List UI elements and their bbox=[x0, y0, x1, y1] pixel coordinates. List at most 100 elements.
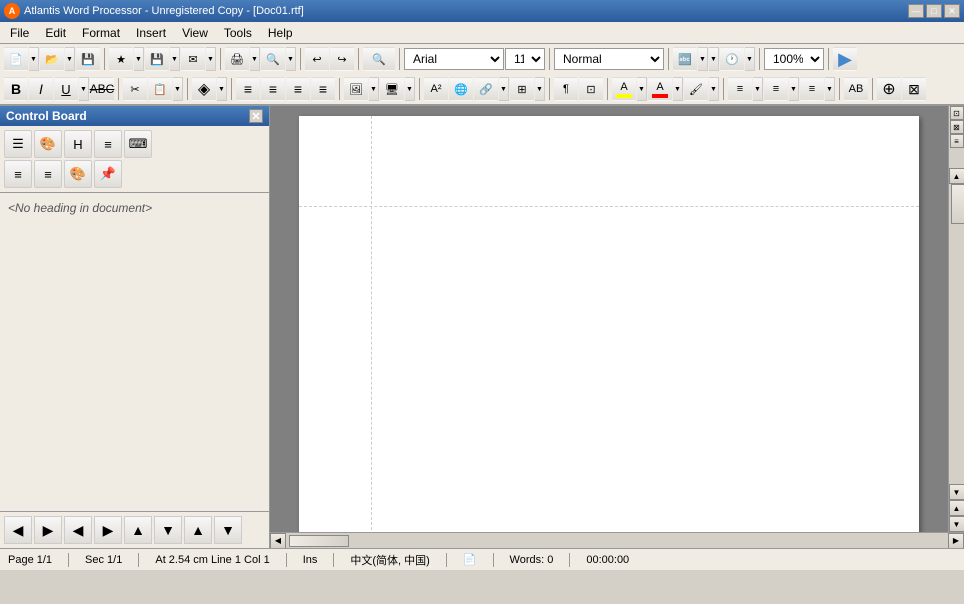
save-style-button[interactable]: 💾 bbox=[145, 47, 169, 71]
fav-arrow[interactable]: ▼ bbox=[134, 47, 144, 71]
cb-list-button[interactable]: ≡ bbox=[94, 130, 122, 158]
align-left-button[interactable]: ≡ bbox=[236, 77, 260, 101]
spell-check-button[interactable]: 🔤 bbox=[673, 47, 697, 71]
paragraph-style-dropdown[interactable]: Normal bbox=[554, 48, 664, 70]
link-arrow[interactable]: ▼ bbox=[499, 77, 509, 101]
align-center-button[interactable]: ≡ bbox=[261, 77, 285, 101]
cb-indent-button[interactable]: ≡ bbox=[34, 160, 62, 188]
cb-special-button[interactable]: ⌨ bbox=[124, 130, 152, 158]
save-arrow[interactable]: ▼ bbox=[170, 47, 180, 71]
copy-button[interactable]: 📋 bbox=[148, 77, 172, 101]
time-button[interactable]: 🕐 bbox=[720, 47, 744, 71]
strikethrough-button[interactable]: ABC bbox=[90, 77, 114, 101]
superscript-button[interactable]: A² bbox=[424, 77, 448, 101]
close-button[interactable]: ✕ bbox=[944, 4, 960, 18]
menu-view[interactable]: View bbox=[174, 24, 216, 42]
save-button[interactable]: 💾 bbox=[76, 47, 100, 71]
email-arrow[interactable]: ▼ bbox=[206, 47, 216, 71]
zoom-dropdown[interactable]: 100% bbox=[764, 48, 824, 70]
cb-bookmark-button[interactable]: 📌 bbox=[94, 160, 122, 188]
menu-insert[interactable]: Insert bbox=[128, 24, 174, 42]
scroll-page-down[interactable]: ▼ bbox=[949, 516, 964, 532]
favorite-button[interactable]: ★ bbox=[109, 47, 133, 71]
underline-button[interactable]: U bbox=[54, 77, 78, 101]
h-scroll-left[interactable]: ◀ bbox=[270, 533, 286, 549]
resize-button[interactable]: ⊠ bbox=[902, 77, 926, 101]
cb-styles-button[interactable]: ☰ bbox=[4, 130, 32, 158]
sidebar-icon-2[interactable]: ⊠ bbox=[950, 120, 964, 134]
special-button[interactable]: ◈ bbox=[192, 77, 216, 101]
bg-color-button[interactable]: 🖌 bbox=[684, 77, 708, 101]
menu-format[interactable]: Format bbox=[74, 24, 128, 42]
paste-arrow[interactable]: ▼ bbox=[173, 77, 183, 101]
media-arrow[interactable]: ▼ bbox=[405, 77, 415, 101]
font-color-arrow[interactable]: ▼ bbox=[673, 77, 683, 101]
highlight-button[interactable]: A bbox=[612, 77, 636, 101]
cb-colors-button[interactable]: 🎨 bbox=[34, 130, 62, 158]
menu-help[interactable]: Help bbox=[260, 24, 301, 42]
maximize-button[interactable]: □ bbox=[926, 4, 942, 18]
img-arrow[interactable]: ▼ bbox=[369, 77, 379, 101]
undo-button[interactable]: ↩ bbox=[305, 47, 329, 71]
table-arrow[interactable]: ▼ bbox=[535, 77, 545, 101]
highlight-arrow[interactable]: ▼ bbox=[637, 77, 647, 101]
h-scroll-right[interactable]: ▶ bbox=[948, 533, 964, 549]
find-button[interactable]: 🔍 bbox=[363, 47, 395, 71]
h-scroll-thumb[interactable] bbox=[289, 535, 349, 547]
time-arrow[interactable]: ▼ bbox=[745, 47, 755, 71]
nav-btn7[interactable]: ▲ bbox=[184, 516, 212, 544]
change-case-button[interactable]: AB bbox=[844, 77, 868, 101]
justify-button[interactable]: ≡ bbox=[311, 77, 335, 101]
spell-arrow[interactable]: ▼ bbox=[698, 47, 708, 71]
num-arrow[interactable]: ▼ bbox=[789, 77, 799, 101]
menu-edit[interactable]: Edit bbox=[37, 24, 74, 42]
nav-up2-button[interactable]: ▲ bbox=[124, 516, 152, 544]
print-arrow[interactable]: ▼ bbox=[250, 47, 260, 71]
underline-arrow[interactable]: ▼ bbox=[79, 77, 89, 101]
new-button[interactable]: 📄 bbox=[4, 47, 28, 71]
scroll-thumb[interactable] bbox=[951, 184, 964, 224]
num-list-button[interactable]: ≡ bbox=[764, 77, 788, 101]
scroll-up-button[interactable]: ▲ bbox=[949, 168, 964, 184]
minimize-button[interactable]: — bbox=[908, 4, 924, 18]
nav-up-button[interactable]: ◀ bbox=[64, 516, 92, 544]
nav-down2-button[interactable]: ▼ bbox=[154, 516, 182, 544]
sidebar-icon-3[interactable]: ≡ bbox=[950, 134, 964, 148]
calendar-arrow[interactable]: ▼ bbox=[709, 47, 719, 71]
nav-down-button[interactable]: ▶ bbox=[94, 516, 122, 544]
sidebar-icon-1[interactable]: ⊡ bbox=[950, 106, 964, 120]
bullet-arrow[interactable]: ▼ bbox=[753, 77, 763, 101]
document-scroll-area[interactable] bbox=[270, 106, 948, 532]
nav-prev-button[interactable]: ◀ bbox=[4, 516, 32, 544]
bold-button[interactable]: B bbox=[4, 77, 28, 101]
bullet-list-button[interactable]: ≡ bbox=[728, 77, 752, 101]
cb-palette-button[interactable]: 🎨 bbox=[64, 160, 92, 188]
align-right-button[interactable]: ≡ bbox=[286, 77, 310, 101]
h-scroll-track[interactable] bbox=[288, 534, 946, 548]
special-arrow[interactable]: ▼ bbox=[217, 77, 227, 101]
cb-list2-button[interactable]: ≡ bbox=[4, 160, 32, 188]
print-button[interactable]: 🖨 bbox=[225, 47, 249, 71]
italic-button[interactable]: I bbox=[29, 77, 53, 101]
scroll-down-button[interactable]: ▼ bbox=[949, 484, 964, 500]
email-button[interactable]: ✉ bbox=[181, 47, 205, 71]
scroll-track[interactable] bbox=[950, 184, 964, 484]
font-name-dropdown[interactable]: Arial bbox=[404, 48, 504, 70]
scroll-page-up[interactable]: ▲ bbox=[949, 500, 964, 516]
globe-button[interactable]: 🌐 bbox=[449, 77, 473, 101]
cb-headings-button[interactable]: H bbox=[64, 130, 92, 158]
cut-button[interactable]: ✂ bbox=[123, 77, 147, 101]
format-para-button[interactable]: ¶ bbox=[554, 77, 578, 101]
font-size-dropdown[interactable]: 11 bbox=[505, 48, 545, 70]
preview-arrow[interactable]: ▼ bbox=[286, 47, 296, 71]
preview-button[interactable]: 🔍 bbox=[261, 47, 285, 71]
play-button[interactable]: ▶ bbox=[833, 47, 857, 71]
bg-color-arrow[interactable]: ▼ bbox=[709, 77, 719, 101]
control-board-close[interactable]: ✕ bbox=[249, 109, 263, 123]
media-button[interactable]: 🖥 bbox=[380, 77, 404, 101]
nav-btn8[interactable]: ▼ bbox=[214, 516, 242, 544]
image-button[interactable]: 🖼 bbox=[344, 77, 368, 101]
outline-button[interactable]: ≡ bbox=[800, 77, 824, 101]
document-page[interactable] bbox=[299, 116, 919, 532]
table-button[interactable]: ⊞ bbox=[510, 77, 534, 101]
